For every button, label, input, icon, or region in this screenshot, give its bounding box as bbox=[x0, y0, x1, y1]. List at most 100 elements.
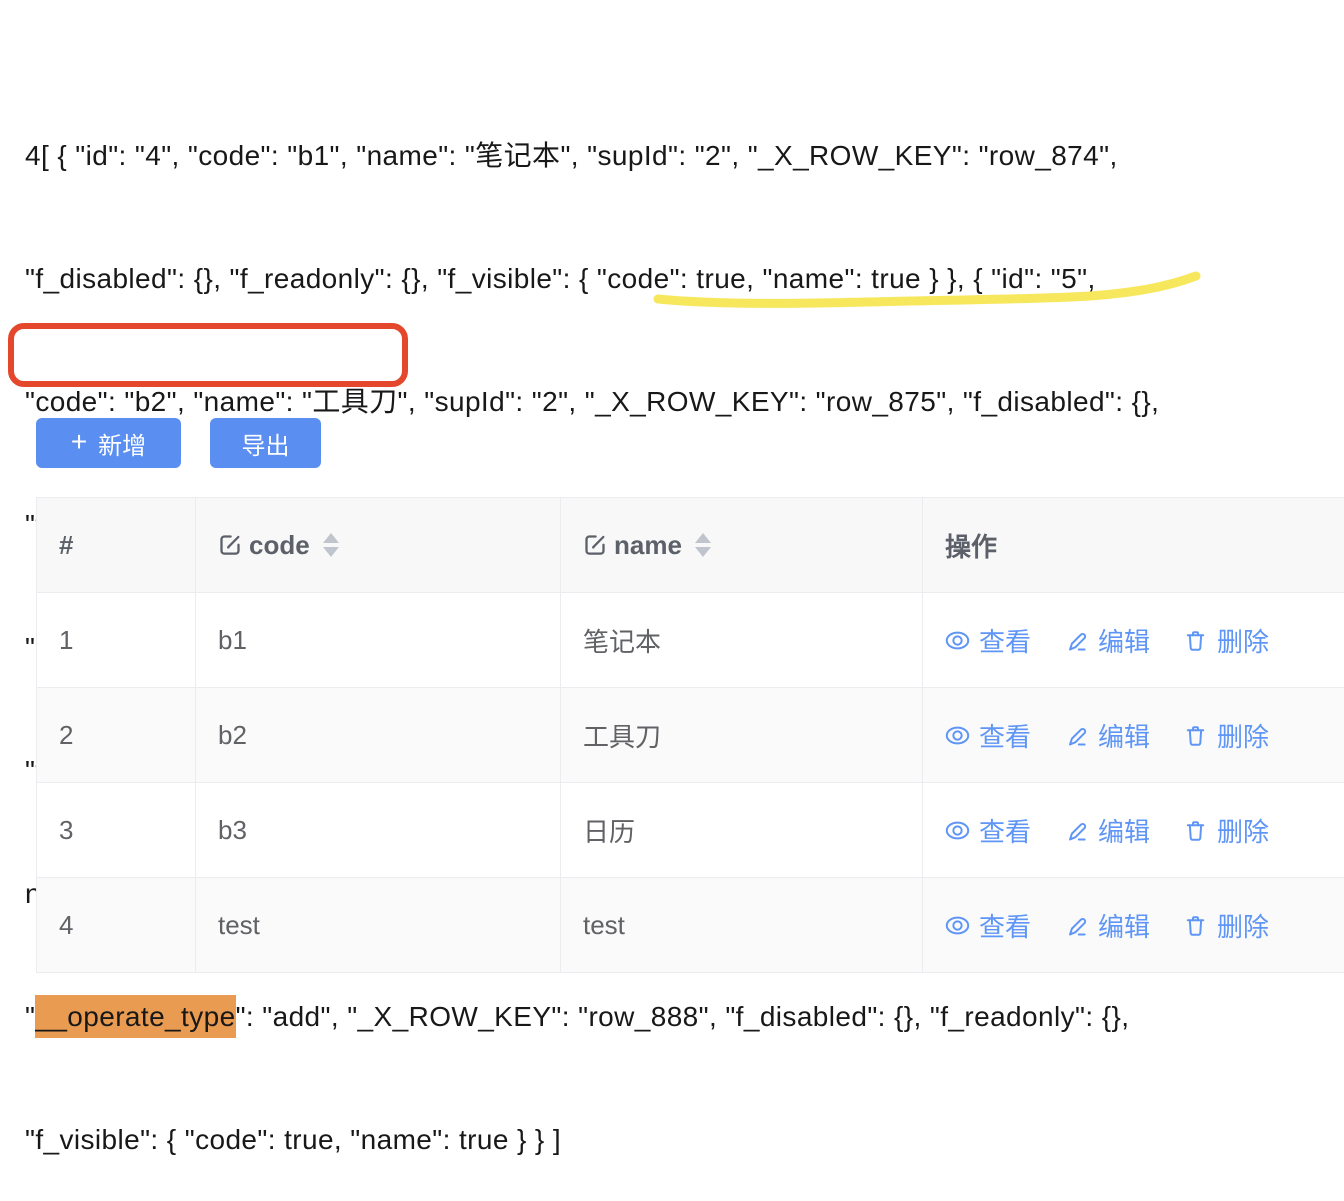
header-actions-label: 操作 bbox=[945, 527, 997, 564]
edit-pen-icon bbox=[1064, 913, 1089, 938]
edit-pen-icon bbox=[1064, 818, 1089, 843]
json-line-operate-type: "__operate_type": "add", "_X_ROW_KEY": "… bbox=[25, 996, 1170, 1037]
add-button-label: 新增 bbox=[98, 426, 146, 461]
trash-icon bbox=[1183, 818, 1208, 843]
eye-icon bbox=[945, 723, 970, 748]
view-link-label: 查看 bbox=[979, 717, 1031, 754]
json-text-segment: ": "add", "_X_ROW_KEY": "row_888", "f_di… bbox=[236, 1001, 1130, 1032]
edit-pen-icon bbox=[1064, 723, 1089, 748]
edit-link[interactable]: 编辑 bbox=[1064, 622, 1150, 659]
view-link-label: 查看 bbox=[979, 812, 1031, 849]
cell-code: b3 bbox=[196, 783, 561, 877]
cell-name: test bbox=[561, 878, 923, 972]
delete-link-label: 删除 bbox=[1217, 907, 1269, 944]
cell-code: b2 bbox=[196, 688, 561, 782]
delete-link-label: 删除 bbox=[1217, 812, 1269, 849]
edit-link-label: 编辑 bbox=[1098, 812, 1150, 849]
row-name: 日历 bbox=[583, 812, 635, 849]
row-actions: 查看 编辑 删除 bbox=[945, 622, 1269, 659]
json-line: "f_disabled": {}, "f_readonly": {}, "f_v… bbox=[25, 258, 1170, 299]
row-code: b1 bbox=[218, 625, 247, 656]
edit-link-label: 编辑 bbox=[1098, 622, 1150, 659]
trash-icon bbox=[1183, 628, 1208, 653]
header-name-label: name bbox=[614, 530, 682, 561]
header-seq: # bbox=[37, 498, 196, 592]
row-seq: 4 bbox=[59, 910, 73, 941]
header-code-label: code bbox=[249, 530, 310, 561]
delete-link-label: 删除 bbox=[1217, 717, 1269, 754]
header-code[interactable]: code bbox=[196, 498, 561, 592]
view-link[interactable]: 查看 bbox=[945, 717, 1031, 754]
row-actions: 查看 编辑 删除 bbox=[945, 907, 1269, 944]
edit-link[interactable]: 编辑 bbox=[1064, 717, 1150, 754]
delete-link[interactable]: 删除 bbox=[1183, 622, 1269, 659]
cell-seq: 1 bbox=[37, 593, 196, 687]
row-name: 工具刀 bbox=[583, 717, 661, 754]
plus-icon: + bbox=[71, 428, 87, 456]
view-link-label: 查看 bbox=[979, 907, 1031, 944]
table-header-row: # code name bbox=[37, 498, 1344, 593]
cell-seq: 2 bbox=[37, 688, 196, 782]
orange-highlight: __operate_type bbox=[35, 995, 235, 1038]
eye-icon bbox=[945, 818, 970, 843]
view-link[interactable]: 查看 bbox=[945, 907, 1031, 944]
json-line: "f_visible": { "code": true, "name": tru… bbox=[25, 1119, 1170, 1160]
row-code: b2 bbox=[218, 720, 247, 751]
cell-actions: 查看 编辑 删除 bbox=[923, 593, 1344, 687]
table-body: 1 b1 笔记本 查看 编辑 bbox=[37, 593, 1344, 973]
cell-actions: 查看 编辑 删除 bbox=[923, 688, 1344, 782]
table-row: 3 b3 日历 查看 编辑 bbox=[37, 783, 1344, 878]
row-seq: 3 bbox=[59, 815, 73, 846]
row-name: 笔记本 bbox=[583, 622, 661, 659]
cell-actions: 查看 编辑 删除 bbox=[923, 878, 1344, 972]
cell-code: b1 bbox=[196, 593, 561, 687]
cell-name: 笔记本 bbox=[561, 593, 923, 687]
row-code: test bbox=[218, 910, 260, 941]
row-name: test bbox=[583, 910, 625, 941]
sort-asc-icon[interactable] bbox=[695, 533, 711, 543]
delete-link[interactable]: 删除 bbox=[1183, 717, 1269, 754]
sort-carets[interactable] bbox=[323, 533, 339, 557]
delete-link[interactable]: 删除 bbox=[1183, 812, 1269, 849]
view-link[interactable]: 查看 bbox=[945, 812, 1031, 849]
table-row: 4 test test 查看 编辑 bbox=[37, 878, 1344, 973]
trash-icon bbox=[1183, 723, 1208, 748]
delete-link[interactable]: 删除 bbox=[1183, 907, 1269, 944]
data-table: # code name bbox=[36, 497, 1344, 973]
edit-pen-icon bbox=[1064, 628, 1089, 653]
export-button[interactable]: 导出 bbox=[210, 418, 321, 468]
row-seq: 2 bbox=[59, 720, 73, 751]
cell-actions: 查看 编辑 删除 bbox=[923, 783, 1344, 877]
table-row: 2 b2 工具刀 查看 编辑 bbox=[37, 688, 1344, 783]
cell-seq: 3 bbox=[37, 783, 196, 877]
add-button[interactable]: + 新增 bbox=[36, 418, 181, 468]
json-line: "code": "b2", "name": "工具刀", "supId": "2… bbox=[25, 381, 1170, 422]
sort-carets[interactable] bbox=[695, 533, 711, 557]
cell-seq: 4 bbox=[37, 878, 196, 972]
row-code: b3 bbox=[218, 815, 247, 846]
toolbar: + 新增 导出 bbox=[36, 418, 321, 468]
trash-icon bbox=[1183, 913, 1208, 938]
edit-link-label: 编辑 bbox=[1098, 907, 1150, 944]
edit-link[interactable]: 编辑 bbox=[1064, 907, 1150, 944]
sort-desc-icon[interactable] bbox=[695, 547, 711, 557]
eye-icon bbox=[945, 628, 970, 653]
sort-asc-icon[interactable] bbox=[323, 533, 339, 543]
export-button-label: 导出 bbox=[242, 426, 290, 461]
row-actions: 查看 编辑 删除 bbox=[945, 812, 1269, 849]
header-seq-label: # bbox=[59, 530, 73, 561]
edit-link[interactable]: 编辑 bbox=[1064, 812, 1150, 849]
view-link-label: 查看 bbox=[979, 622, 1031, 659]
eye-icon bbox=[945, 913, 970, 938]
row-actions: 查看 编辑 删除 bbox=[945, 717, 1269, 754]
view-link[interactable]: 查看 bbox=[945, 622, 1031, 659]
cell-name: 工具刀 bbox=[561, 688, 923, 782]
json-line: 4[ { "id": "4", "code": "b1", "name": "笔… bbox=[25, 135, 1170, 176]
cell-code: test bbox=[196, 878, 561, 972]
header-name[interactable]: name bbox=[561, 498, 923, 592]
edit-column-icon bbox=[583, 533, 607, 557]
row-seq: 1 bbox=[59, 625, 73, 656]
sort-desc-icon[interactable] bbox=[323, 547, 339, 557]
table-row: 1 b1 笔记本 查看 编辑 bbox=[37, 593, 1344, 688]
edit-column-icon bbox=[218, 533, 242, 557]
